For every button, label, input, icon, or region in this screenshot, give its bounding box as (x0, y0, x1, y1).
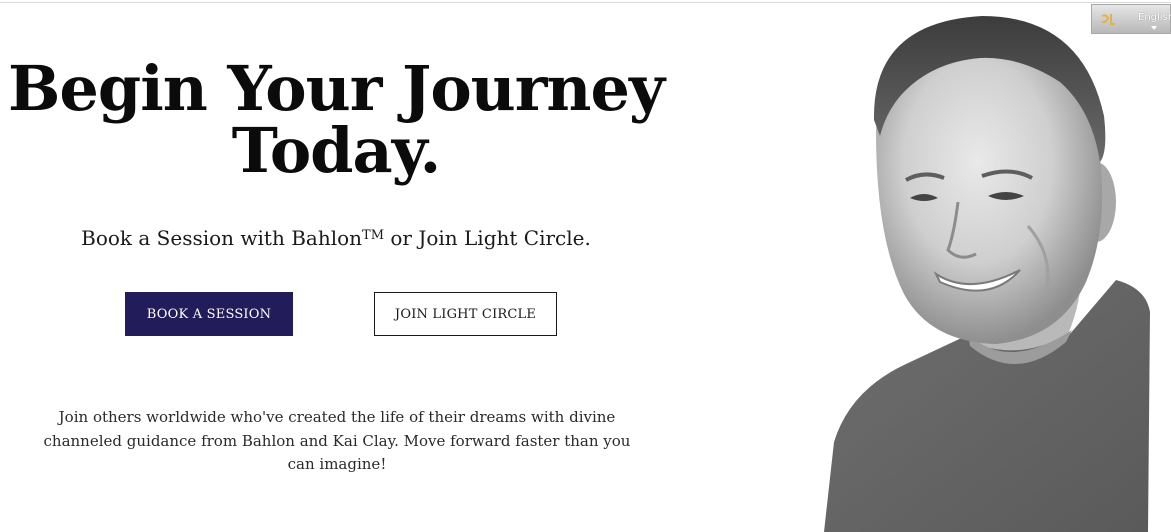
portrait-photo (824, 16, 1150, 532)
translate-icon (1101, 14, 1115, 25)
hero-section: Begin Your Journey Today. Book a Session… (0, 0, 672, 532)
language-selector[interactable]: English (1091, 4, 1171, 34)
hero-subheading: Book a Session with BahlonTM or Join Lig… (0, 222, 672, 252)
book-session-button[interactable]: BOOK A SESSION (125, 292, 293, 336)
hero-description: Join others worldwide who've created the… (43, 408, 631, 473)
chevron-down-icon (1151, 26, 1157, 30)
join-light-circle-button[interactable]: JOIN LIGHT CIRCLE (374, 292, 557, 336)
hero-headline: Begin Your Journey Today. (0, 58, 672, 182)
trademark-symbol: TM (362, 228, 385, 243)
subhead-text-start: Book a Session with Bahlon (81, 226, 363, 250)
headline-line-2: Today. (231, 114, 441, 187)
subhead-text-end: or Join Light Circle. (384, 226, 591, 250)
language-label: English (1138, 12, 1171, 23)
page: Begin Your Journey Today. Book a Session… (0, 0, 1171, 532)
